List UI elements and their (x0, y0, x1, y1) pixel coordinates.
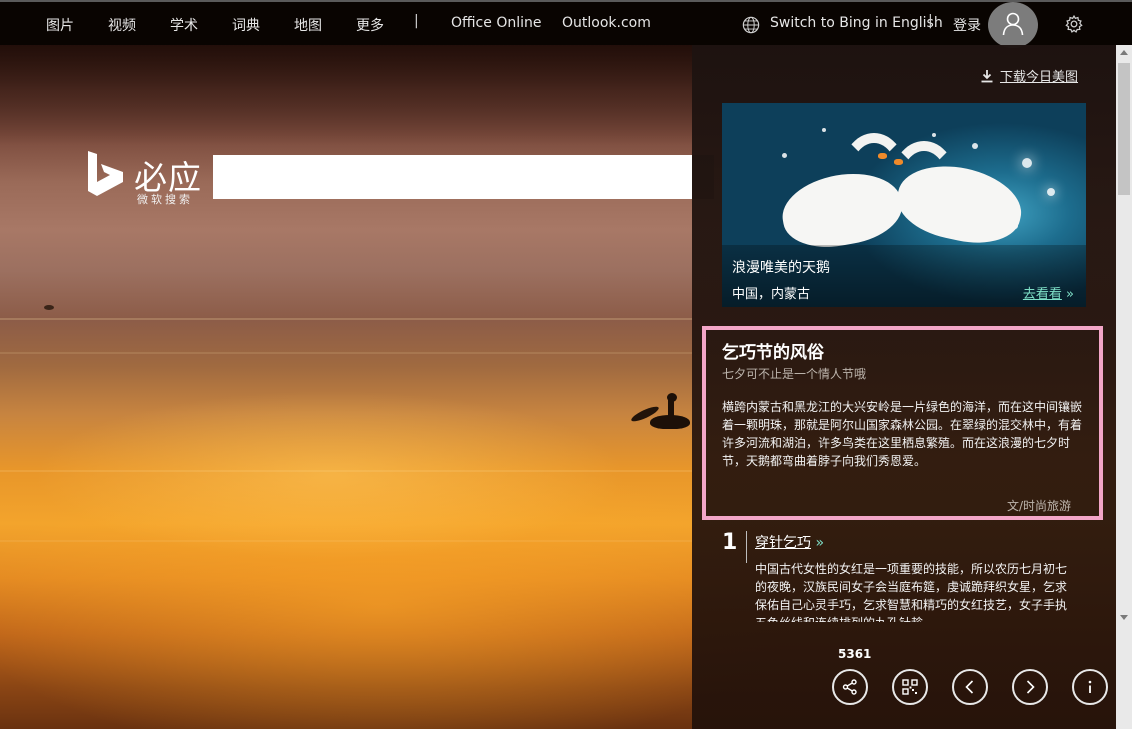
next-button[interactable] (1012, 669, 1048, 705)
info-icon (1088, 680, 1092, 693)
card-more-link[interactable]: 去看看 » (1023, 283, 1074, 302)
scrollbar-thumb[interactable] (1118, 63, 1130, 195)
item-divider (746, 531, 747, 563)
water-ripple (0, 470, 692, 472)
item-body-container: 中国古代女性的女红是一项重要的技能，所以农历七月初七的夜晚，汉族民间女子会当庭布… (755, 560, 1077, 622)
sparkle (1047, 188, 1055, 196)
featured-photo-card[interactable]: 浪漫唯美的天鹅 中国，内蒙古 去看看 » (722, 103, 1086, 307)
sparkle (782, 153, 787, 158)
swan-left-beak (878, 153, 887, 159)
info-button[interactable] (1072, 669, 1108, 705)
previous-icon (965, 680, 974, 694)
qr-code-icon (902, 679, 918, 695)
nav-item-videos[interactable]: 视频 (108, 15, 136, 35)
water-ripple (0, 540, 692, 542)
sparkle (972, 143, 978, 149)
share-button[interactable] (832, 669, 868, 705)
distant-bird (44, 305, 54, 310)
scroll-up-arrow-icon[interactable] (1120, 50, 1128, 55)
nav-item-outlook[interactable]: Outlook.com (562, 15, 651, 31)
card-title: 浪漫唯美的天鹅 (732, 260, 830, 276)
nav-item-office-online[interactable]: Office Online (451, 15, 541, 31)
story-credit: 文/时尚旅游 (1007, 499, 1072, 513)
card-location: 中国，内蒙古 (732, 287, 811, 302)
like-count: 5361 (838, 647, 872, 661)
nav-separator: | (928, 13, 933, 29)
scroll-down-arrow-icon[interactable] (1120, 615, 1128, 620)
nav-separator: | (414, 13, 419, 29)
download-icon (981, 69, 993, 82)
chevron-right-icon: » (1066, 287, 1074, 302)
swan-right-beak (894, 159, 903, 165)
share-icon (842, 679, 857, 695)
sparkle (932, 133, 936, 137)
download-label: 下载今日美图 (1000, 70, 1079, 85)
chevron-right-icon: » (815, 535, 825, 551)
item-title-link[interactable]: 穿针乞巧 » (755, 532, 824, 552)
bing-logo-icon[interactable] (86, 151, 126, 197)
avatar[interactable] (988, 2, 1038, 48)
sparkle (822, 128, 826, 132)
nav-item-dictionary[interactable]: 词典 (232, 15, 260, 35)
nav-item-academic[interactable]: 学术 (170, 15, 198, 35)
story-title: 乞巧节的风俗 (722, 343, 824, 363)
swan-right-neck (890, 141, 958, 231)
sparkle (1022, 158, 1032, 168)
item-number: 1 (722, 530, 738, 555)
search-input[interactable] (213, 155, 692, 199)
item-title-label: 穿针乞巧 (755, 535, 811, 551)
previous-button[interactable] (952, 669, 988, 705)
story-body: 横跨内蒙古和黑龙江的大兴安岭是一片绿色的海洋，而在这中间镶嵌着一颗明珠，那就是阿… (722, 400, 1083, 468)
nav-item-more[interactable]: 更多 (356, 15, 384, 35)
nav-item-maps[interactable]: 地图 (294, 15, 322, 35)
gear-icon[interactable] (1064, 14, 1084, 34)
item-body: 中国古代女性的女红是一项重要的技能，所以农历七月初七的夜晚，汉族民间女子会当庭布… (755, 562, 1068, 622)
top-navigation-bar: 图片 视频 学术 词典 地图 更多 | Office Online Outloo… (0, 0, 1132, 48)
water-ripple (0, 318, 692, 320)
bird-head (667, 393, 677, 402)
background-treeline (0, 45, 692, 145)
story-subtitle: 七夕可不止是一个情人节哦 (722, 367, 867, 381)
login-link[interactable]: 登录 (953, 15, 981, 35)
card-more-label: 去看看 (1022, 287, 1062, 302)
download-wallpaper-link[interactable]: 下载今日美图 (980, 66, 1078, 85)
next-icon (1026, 680, 1035, 694)
logo-subtitle: 微软搜索 (137, 193, 193, 206)
water-ripple (0, 352, 692, 354)
nav-item-images[interactable]: 图片 (46, 15, 74, 35)
qr-code-button[interactable] (892, 669, 928, 705)
globe-icon[interactable] (742, 16, 760, 34)
switch-language-link[interactable]: Switch to Bing in English (770, 15, 943, 31)
vertical-scrollbar[interactable] (1116, 45, 1132, 729)
user-icon (1002, 12, 1024, 36)
